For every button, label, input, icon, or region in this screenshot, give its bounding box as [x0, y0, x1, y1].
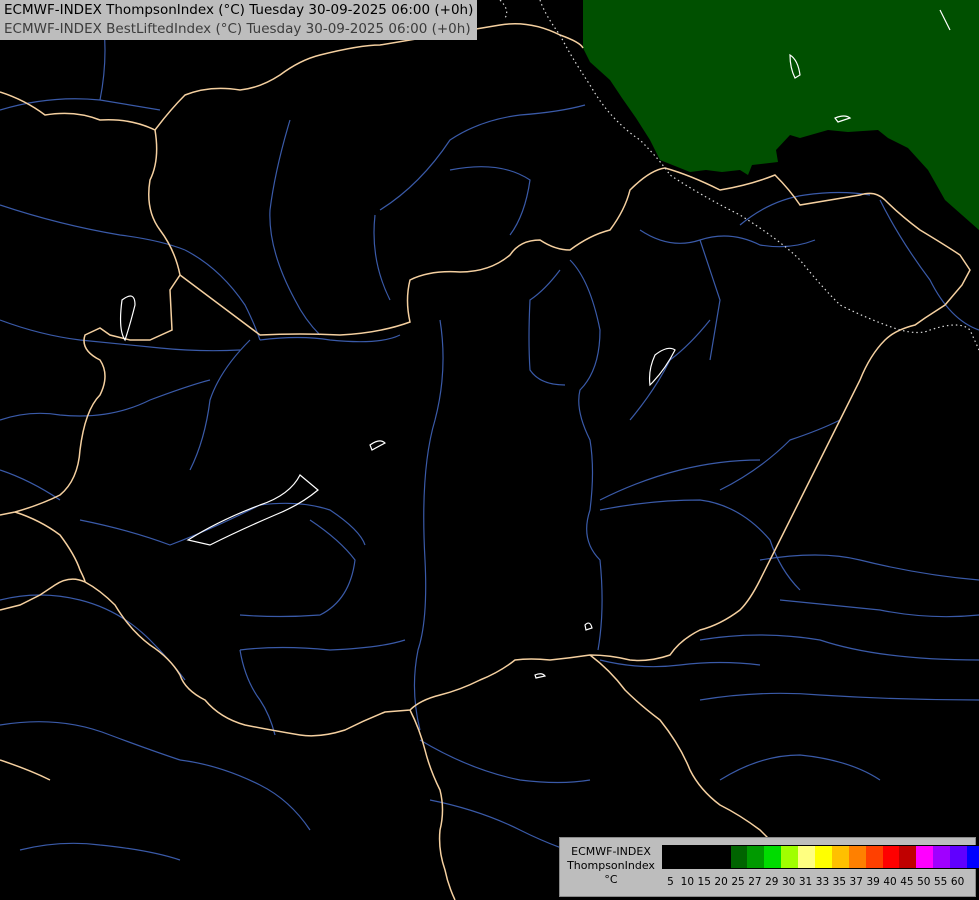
legend-swatch: [713, 846, 731, 868]
legend-tick-label: 15: [697, 876, 711, 888]
legend-swatch: [696, 846, 714, 868]
title-thompson-index: ECMWF-INDEX ThompsonIndex (°C) Tuesday 3…: [4, 2, 474, 18]
legend-tick-label: 60: [950, 876, 965, 888]
legend-title: ECMWF-INDEX ThompsonIndex °C: [562, 845, 660, 887]
color-legend: ECMWF-INDEX ThompsonIndex °C 5 10 15 20 25 27…: [559, 837, 979, 897]
legend-swatch: [798, 846, 816, 868]
map-canvas[interactable]: [0, 0, 979, 900]
legend-tick-label: 25: [731, 876, 745, 888]
legend-swatch: [730, 846, 748, 868]
legend-parameter: ThompsonIndex: [567, 859, 655, 872]
map-background: [0, 0, 979, 900]
legend-swatch: [831, 846, 849, 868]
legend-color-scale: [662, 845, 979, 869]
legend-tick-label: 50: [917, 876, 931, 888]
legend-tick-label: 31: [798, 876, 813, 888]
legend-swatch: [764, 846, 782, 868]
legend-swatch: [815, 846, 832, 868]
legend-tick-label: 20: [714, 876, 728, 888]
legend-tick-labels: 5 10 15 20 25 27 29 30 31 33 35 37 39 40 45 50 55 60: [662, 875, 966, 889]
legend-tick-label: 37: [849, 876, 863, 888]
legend-swatch: [865, 846, 883, 868]
legend-unit: °C: [604, 873, 618, 886]
legend-tick-label: 33: [815, 876, 830, 888]
legend-tick-label: 40: [883, 876, 897, 888]
legend-swatch: [967, 846, 979, 868]
legend-tick-label: 27: [748, 876, 762, 888]
legend-swatch: [663, 846, 680, 868]
legend-tick-label: 39: [866, 876, 880, 888]
legend-swatch: [916, 846, 934, 868]
legend-tick-label: 45: [900, 876, 914, 888]
legend-tick-label: 35: [832, 876, 847, 888]
legend-swatch: [933, 846, 951, 868]
legend-swatch: [747, 846, 765, 868]
legend-tick-label: 10: [680, 876, 695, 888]
legend-swatch: [781, 846, 799, 868]
title-best-lifted-index: ECMWF-INDEX BestLiftedIndex (°C) Tuesday…: [4, 21, 471, 37]
legend-tick-label: 30: [781, 876, 796, 888]
legend-source: ECMWF-INDEX: [571, 845, 651, 858]
legend-swatch: [899, 846, 917, 868]
legend-tick-label: 5: [667, 876, 674, 888]
legend-swatch: [848, 846, 866, 868]
legend-swatch: [950, 846, 968, 868]
legend-swatch: [882, 846, 900, 868]
legend-tick-label: 55: [934, 876, 948, 888]
legend-swatch: [679, 846, 697, 868]
map-title-bar: ECMWF-INDEX ThompsonIndex (°C) Tuesday 3…: [0, 0, 478, 40]
legend-tick-label: 29: [765, 876, 779, 888]
